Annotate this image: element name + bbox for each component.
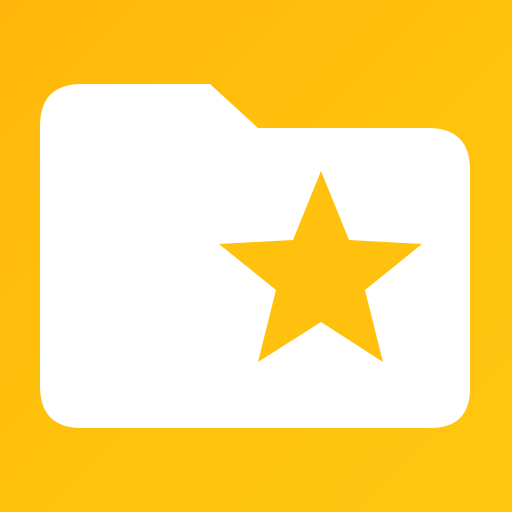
app-icon [0,0,512,512]
starred-folder-graphic [40,84,470,428]
